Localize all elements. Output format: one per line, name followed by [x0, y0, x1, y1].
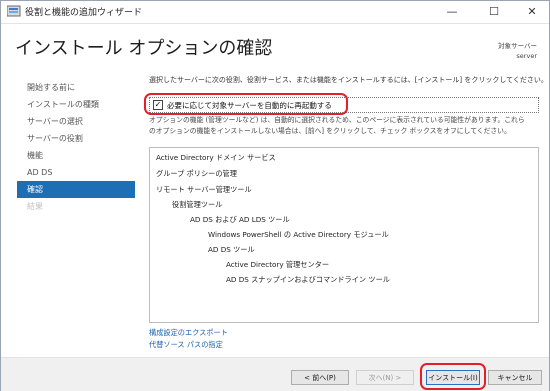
config-links: 構成設定のエクスポート 代替ソース パスの指定: [149, 327, 228, 351]
nav-item-results: 結果: [27, 202, 43, 211]
nav-item-server-selection[interactable]: サーバーの選択: [17, 113, 135, 130]
target-server-value: server: [516, 52, 537, 60]
feature-item: Windows PowerShell の Active Directory モジ…: [208, 230, 389, 239]
window-title: 役割と機能の追加ウィザード: [25, 8, 143, 18]
feature-item: Active Directory ドメイン サービス: [156, 153, 276, 162]
previous-button[interactable]: < 前へ(P): [291, 370, 349, 385]
alternate-source-link[interactable]: 代替ソース パスの指定: [149, 339, 228, 351]
feature-item: AD DS スナップインおよびコマンドライン ツール: [226, 275, 390, 284]
feature-item: AD DS ツール: [208, 245, 255, 254]
target-server-label: 対象サーバー: [498, 42, 537, 50]
wizard-footer: < 前へ(P) 次へ(N) > インストール(I) キャンセル: [1, 357, 549, 391]
note-line-2: のオプションの機能をインストールしない場合は、[前へ] をクリックして、チェック…: [149, 127, 511, 135]
target-server: 対象サーバー server: [498, 41, 537, 61]
nav-item-before-you-begin[interactable]: 開始する前に: [17, 79, 135, 96]
nav-item-server-roles[interactable]: サーバーの役割: [17, 130, 135, 147]
minimize-icon[interactable]: —: [435, 2, 469, 22]
install-button-highlight: [420, 363, 486, 390]
export-config-link[interactable]: 構成設定のエクスポート: [149, 327, 228, 339]
feature-item: 役割管理ツール: [172, 200, 223, 209]
feature-item: グループ ポリシーの管理: [156, 169, 237, 178]
page-title: インストール オプションの確認: [15, 38, 273, 59]
nav-item-confirmation[interactable]: 確認: [17, 181, 135, 198]
nav-item-ad-ds[interactable]: AD DS: [17, 164, 135, 181]
wizard-nav: 開始する前に インストールの種類 サーバーの選択 サーバーの役割 機能 AD D…: [17, 79, 135, 215]
confirmation-description: 選択したサーバーに次の役割、役割サービス、または機能をインストールするには、[イ…: [149, 76, 548, 84]
feature-item: Active Directory 管理センター: [226, 260, 330, 269]
page-header: インストール オプションの確認 対象サーバー server: [1, 24, 549, 70]
wizard-window: 役割と機能の追加ウィザード — ☐ ✕ インストール オプションの確認 対象サー…: [0, 0, 550, 391]
feature-item: AD DS および AD LDS ツール: [190, 215, 290, 224]
server-manager-icon: [7, 5, 21, 17]
maximize-icon[interactable]: ☐: [477, 2, 511, 22]
next-button: 次へ(N) >: [356, 370, 414, 385]
note-line-1: オプションの機能 (管理ツールなど) は、自動的に選択されるため、このページに表…: [149, 116, 525, 124]
nav-item-installation-type[interactable]: インストールの種類: [17, 96, 135, 113]
feature-list: Active Directory ドメイン サービス グループ ポリシーの管理 …: [149, 147, 539, 323]
title-bar: 役割と機能の追加ウィザード — ☐ ✕: [1, 1, 549, 24]
cancel-button[interactable]: キャンセル: [488, 370, 542, 385]
main-content: 選択したサーバーに次の役割、役割サービス、または機能をインストールするには、[イ…: [149, 75, 548, 349]
checkbox-highlight: [144, 93, 348, 115]
close-icon[interactable]: ✕: [515, 2, 549, 22]
optional-features-note: オプションの機能 (管理ツールなど) は、自動的に選択されるため、このページに表…: [149, 115, 539, 137]
nav-item-features[interactable]: 機能: [17, 147, 135, 164]
feature-item: リモート サーバー管理ツール: [156, 185, 252, 194]
